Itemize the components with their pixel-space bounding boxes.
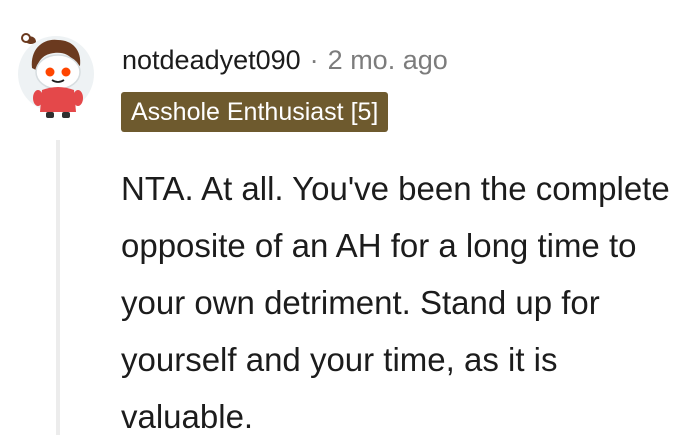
user-flair-badge: Asshole Enthusiast [5] [121, 92, 389, 132]
comment-timestamp[interactable]: 2 mo. ago [328, 45, 448, 76]
thread-collapse-line[interactable] [56, 140, 60, 435]
username-link[interactable]: notdeadyet090 [122, 45, 301, 76]
user-avatar-icon[interactable] [14, 26, 98, 122]
comment-body: NTA. At all. You've been the complete op… [121, 170, 670, 435]
comment-meta: notdeadyet090 · 2 mo. ago [122, 40, 448, 80]
meta-separator: · [309, 44, 319, 75]
comment: notdeadyet090 · 2 mo. ago Asshole Enthus… [0, 0, 700, 435]
